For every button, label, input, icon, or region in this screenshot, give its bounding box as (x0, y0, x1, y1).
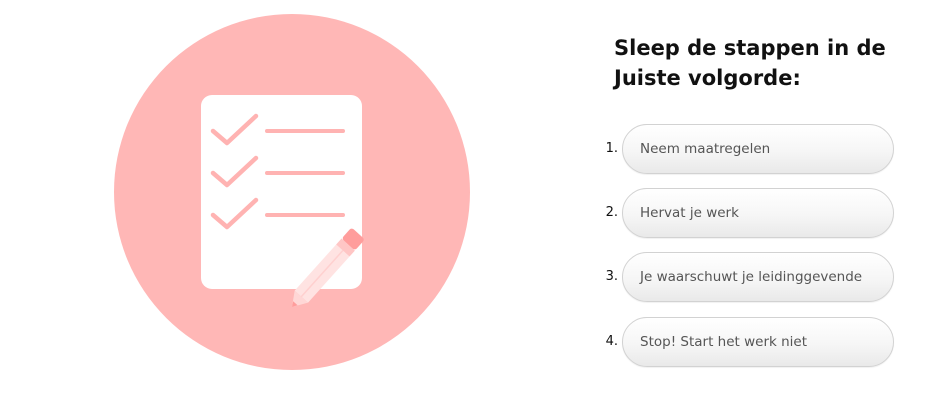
step-label: Stop! Start het werk niet (640, 334, 808, 350)
draggable-step-card[interactable]: Je waarschuwt je leidinggevende (622, 252, 894, 302)
step-item-1: 1. Neem maatregelen (596, 124, 896, 174)
step-item-4: 4. Stop! Start het werk niet (596, 317, 896, 367)
page: Sleep de stappen in de Juiste volgorde: … (0, 0, 945, 420)
step-number: 2. (605, 205, 618, 220)
step-item-3: 3. Je waarschuwt je leidinggevende (596, 252, 896, 302)
step-number: 3. (605, 269, 618, 284)
step-number: 1. (605, 141, 618, 156)
draggable-step-card[interactable]: Neem maatregelen (622, 124, 894, 174)
draggable-step-card[interactable]: Stop! Start het werk niet (622, 317, 894, 367)
step-item-2: 2. Hervat je werk (596, 188, 896, 238)
checklist-pencil-icon (114, 14, 470, 370)
step-label: Neem maatregelen (640, 141, 771, 157)
draggable-step-card[interactable]: Hervat je werk (622, 188, 894, 238)
page-title: Sleep de stappen in de Juiste volgorde: (614, 36, 886, 90)
step-label: Je waarschuwt je leidinggevende (640, 269, 863, 285)
step-label: Hervat je werk (640, 205, 739, 221)
step-number: 4. (605, 334, 618, 349)
